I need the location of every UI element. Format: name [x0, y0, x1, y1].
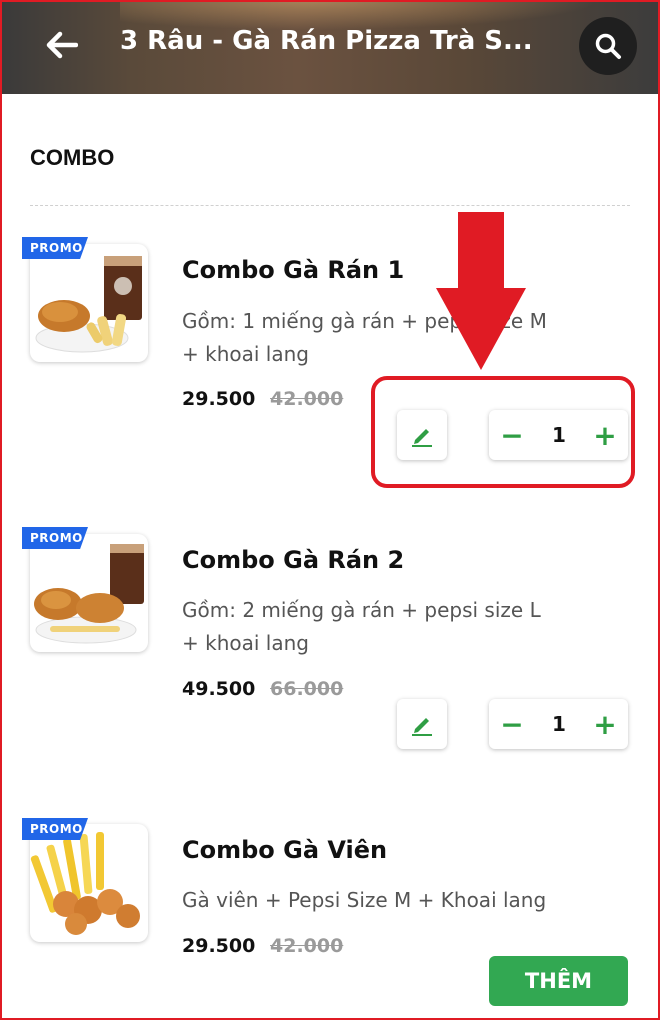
product-name: Combo Gà Viên	[182, 836, 388, 864]
price: 49.500	[182, 678, 256, 700]
pencil-icon	[412, 718, 432, 736]
description-line: + khoai lang	[182, 631, 309, 655]
description-line: Gà viên + Pepsi Size M + Khoai lang	[182, 888, 547, 912]
product-image[interactable]	[30, 244, 148, 362]
back-button[interactable]	[38, 22, 84, 68]
description-line: Gồm: 2 miếng gà rán + pepsi size L	[182, 598, 541, 622]
price: 29.500	[182, 388, 256, 410]
product-name: Combo Gà Rán 2	[182, 546, 405, 574]
product-image[interactable]	[30, 824, 148, 942]
old-price: 66.000	[270, 678, 344, 700]
quantity-stepper: − 1 +	[489, 699, 628, 749]
old-price: 42.000	[270, 935, 344, 957]
annotation-arrow-icon	[436, 212, 526, 370]
increase-button[interactable]: +	[585, 699, 625, 749]
product-description: Gồm: 2 miếng gà rán + pepsi size L + kho…	[182, 594, 582, 660]
product-image[interactable]	[30, 534, 148, 652]
divider	[30, 205, 630, 206]
product-name: Combo Gà Rán 1	[182, 256, 405, 284]
price: 29.500	[182, 935, 256, 957]
arrow-left-icon	[46, 31, 78, 59]
search-button[interactable]	[579, 17, 637, 75]
promo-badge: PROMO	[22, 527, 88, 549]
annotation-highlight-box	[371, 376, 635, 488]
header-bar: 3 Râu - Gà Rán Pizza Trà S...	[0, 0, 660, 94]
combo-chicken-image	[34, 544, 144, 644]
decrease-button[interactable]: −	[492, 699, 532, 749]
product-description: Gà viên + Pepsi Size M + Khoai lang	[182, 884, 582, 917]
section-title: COMBO	[30, 145, 115, 170]
old-price: 42.000	[270, 388, 344, 410]
quantity-value: 1	[552, 712, 566, 736]
promo-badge: PROMO	[22, 818, 88, 840]
search-icon	[595, 33, 621, 59]
combo-chicken-image	[35, 256, 142, 353]
page-title: 3 Râu - Gà Rán Pizza Trà S...	[120, 26, 533, 56]
edit-note-button[interactable]	[397, 699, 447, 749]
promo-badge: PROMO	[22, 237, 88, 259]
add-to-cart-button[interactable]: THÊM	[489, 956, 628, 1006]
combo-chicken-balls-image	[30, 832, 140, 935]
